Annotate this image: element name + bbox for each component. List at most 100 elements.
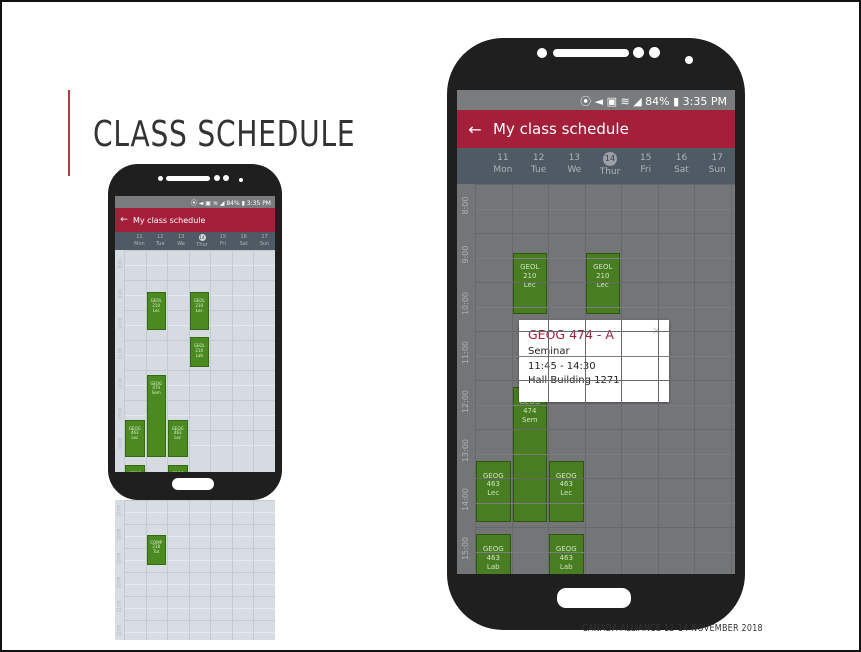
schedule-overflow: 17:00 18:00 19:00 20:00 21:00 22:00 COMP 218 Tut (115, 500, 275, 640)
class-event-block[interactable]: GEOG463Lab (125, 464, 145, 472)
hour-label: 22:00 (117, 625, 123, 637)
day-column-header[interactable]: 16 Sat (664, 152, 700, 184)
hour-label: 8:00 (461, 196, 471, 215)
class-event-block[interactable]: GEOL 210 Lab (189, 337, 209, 367)
day-column-header[interactable]: 17 Sun (699, 152, 735, 184)
class-event-block[interactable]: GEOG463Lab (476, 534, 511, 574)
status-text: 84% ▮ 3:35 PM (645, 95, 727, 108)
class-event-block[interactable]: GEOG463Lab (168, 464, 188, 472)
class-event-block[interactable]: GEOL 210 Lec (146, 292, 166, 330)
class-event-block[interactable]: GEOG 463 Lec (549, 460, 584, 523)
event-label-line: 463 (559, 553, 573, 562)
event-label-line: 463 (559, 480, 573, 489)
day-column-header[interactable]: 17 Sun (254, 234, 275, 250)
grid-column-line (124, 500, 125, 640)
grid-column-line (657, 184, 659, 574)
day-number: 12 (157, 234, 164, 240)
schedule-grid: GEOL 210 Lec GEOL 210 Lec GEOG 474 Sem GEOG 463 Lec… (457, 184, 735, 574)
grid-column-line (210, 500, 211, 640)
class-event-block[interactable]: GEOL 210 Lec (585, 252, 620, 314)
event-label-line: Lec (487, 489, 500, 498)
app-bar: ← My class schedule (115, 208, 275, 232)
grid-column-line (274, 250, 275, 472)
grid-column-line (730, 184, 732, 574)
day-number: 15 (640, 153, 652, 163)
day-column-header[interactable]: 13 We (556, 152, 592, 184)
event-label-line: 210 (596, 272, 610, 281)
grid-column-line (145, 500, 147, 640)
hour-label: 10:00 (117, 317, 122, 329)
hour-label: 19:00 (117, 553, 123, 565)
class-event-block[interactable]: GEOG 463 Lec (476, 460, 511, 523)
app-bar: ← My class schedule (457, 110, 735, 148)
day-column-header[interactable]: 11 Mon (129, 234, 150, 250)
class-event-block[interactable]: GEOG 474 Sem (146, 374, 166, 457)
large-phone: ⦿ ◄ ▣ ≋ ◢ 84% ▮ 3:35 PM ← My class sched… (447, 38, 745, 630)
day-column-header[interactable]: 14 Thur (592, 152, 628, 184)
status-bar: ⦿ ◄ ▣ ≋ ◢ 84% ▮ 3:35 PM (115, 196, 275, 208)
grid-line (475, 355, 735, 357)
event-label-line: Lab (559, 562, 573, 571)
app-title: My class schedule (493, 120, 629, 138)
schedule-grid: 8:00 9:00 10:00 11:00 12:00 13:00 14:00 GEOL 210… (115, 250, 275, 472)
day-column-header[interactable]: 14 Thur (192, 234, 213, 250)
grid-line (475, 502, 735, 504)
day-column-header[interactable]: 12 Tue (150, 234, 171, 250)
day-name: Sun (708, 165, 726, 176)
grid-line (475, 551, 735, 553)
day-number: 15 (219, 234, 227, 240)
day-number: 12 (532, 153, 545, 163)
grid-column-line (548, 184, 549, 574)
class-event-block[interactable]: COMP 218 Tut (146, 534, 166, 565)
day-column-header[interactable]: 13 We (171, 234, 192, 250)
class-event-block[interactable]: GEOG463Lab (549, 534, 584, 574)
grid-line (475, 306, 735, 308)
event-label-line: Tut (153, 549, 160, 555)
day-name: Sat (239, 240, 248, 247)
grid-column-line (694, 184, 695, 574)
grid-column-line (188, 500, 190, 640)
class-event-block[interactable]: GEOL 210 Lec (189, 292, 209, 330)
class-event-block[interactable]: GEOL 210 Lec (512, 252, 547, 314)
day-number: 14 (192, 234, 213, 242)
day-number-selected: 14 (198, 234, 206, 241)
event-label-line: Lab (486, 562, 500, 571)
slide-footer: CANADA ALLIANCE 12-14 NOVEMBER 2018 (582, 623, 763, 634)
day-name: Tue (530, 165, 547, 176)
title-accent-bar (68, 90, 70, 176)
status-bar: ⦿ ◄ ▣ ≋ ◢ 84% ▮ 3:35 PM (457, 90, 735, 110)
class-event-block[interactable]: GEOG 463 Lec (168, 419, 188, 457)
grid-line (475, 331, 735, 332)
hour-label: 9:00 (461, 245, 471, 264)
event-label-line: GEOL (520, 263, 540, 272)
event-label-line: 474 (523, 406, 537, 415)
small-phone: ⦿ ◄ ▣ ≋ ◢ 84% ▮ 3:35 PM ← My class sched… (108, 164, 282, 500)
grid-line (475, 380, 735, 381)
grid-column-line (210, 250, 211, 472)
hour-label: 17:00 (117, 505, 123, 517)
grid-column-line (231, 250, 233, 472)
day-number: 11 (136, 234, 143, 240)
phone-speaker (166, 176, 210, 181)
grid-line (475, 184, 735, 185)
day-number-selected: 14 (603, 152, 618, 166)
day-column-header[interactable]: 16 Sat (233, 234, 254, 250)
event-label-line: GEOL (593, 263, 613, 272)
hour-label: 12:00 (461, 390, 471, 414)
day-column-header[interactable]: 15 Fri (212, 234, 233, 250)
status-icons: ⦿ ◄ ▣ ≋ ◢ (190, 200, 225, 207)
back-arrow-icon[interactable]: ← (457, 120, 493, 139)
day-column-header[interactable]: 11 Mon (485, 152, 521, 184)
slide-title: CLASS SCHEDULE (93, 114, 356, 155)
grid-line (475, 453, 735, 455)
day-column-header[interactable]: 12 Tue (521, 152, 557, 184)
class-event-block[interactable]: GEOG 463 Lec (125, 419, 145, 457)
back-arrow-icon[interactable]: ← (115, 215, 133, 225)
grid-column-line (253, 250, 254, 472)
hour-label: 12:00 (117, 377, 122, 389)
hour-label: 15:00 (461, 537, 471, 561)
day-column-header[interactable]: 15 Fri (628, 152, 664, 184)
event-label-line: Sem (521, 415, 538, 424)
grid-column-line (167, 500, 168, 640)
hour-label: 14:00 (117, 437, 122, 449)
